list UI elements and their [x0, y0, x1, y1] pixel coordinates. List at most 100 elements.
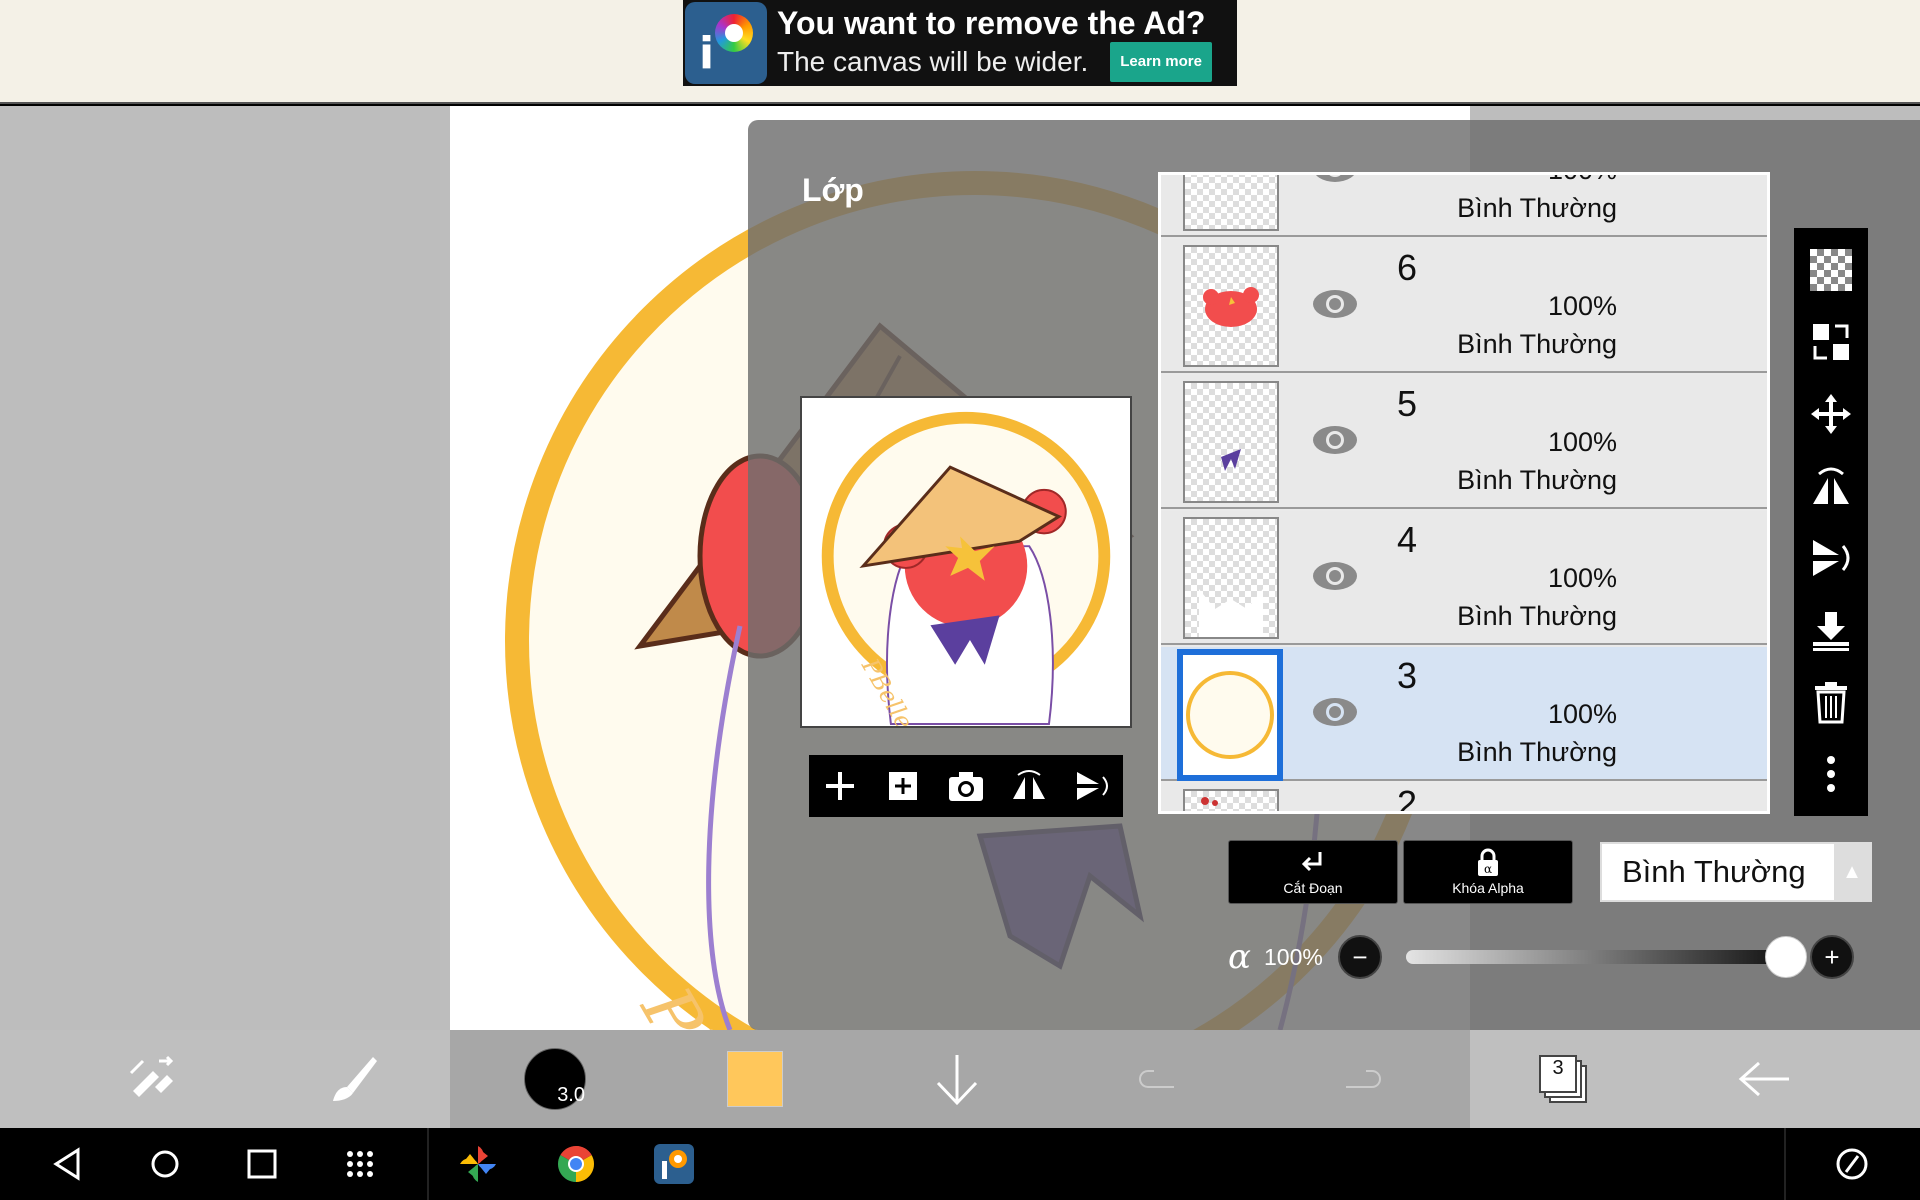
- eye-icon[interactable]: [1311, 559, 1359, 593]
- color-picker-button[interactable]: [718, 1042, 792, 1116]
- ad-subtitle: The canvas will be wider.: [777, 46, 1089, 77]
- eye-icon[interactable]: [1311, 423, 1359, 457]
- opacity-slider-knob[interactable]: [1765, 936, 1807, 978]
- checkerboard-icon: [1810, 249, 1852, 291]
- layer-number: 2: [1397, 783, 1418, 814]
- import-photo-button[interactable]: [942, 762, 990, 810]
- main-toolbar: 3.0 3: [0, 1030, 1920, 1128]
- circle-home-icon: [151, 1150, 179, 1178]
- layers-stack-icon: 3: [1539, 1055, 1587, 1103]
- flip-horizontal-icon: [1813, 467, 1849, 504]
- tool-select-button[interactable]: [114, 1042, 188, 1116]
- opacity-slider[interactable]: [1406, 936, 1807, 978]
- layer-row[interactable]: 5 100% Bình Thường: [1161, 375, 1767, 509]
- layer-row[interactable]: 2: [1161, 783, 1767, 814]
- alpha-lock-button[interactable]: α Khóa Alpha: [1403, 840, 1573, 904]
- nav-apps-button[interactable]: [336, 1140, 384, 1188]
- undo-icon: [1139, 1070, 1174, 1088]
- nav-recents-button[interactable]: [238, 1140, 286, 1188]
- layer-thumbnail: [1183, 517, 1279, 639]
- transparency-button[interactable]: [1805, 244, 1857, 296]
- flip-vertical-icon: [1813, 540, 1850, 576]
- layers-button[interactable]: 3: [1526, 1042, 1600, 1116]
- add-layer-box-icon: [889, 772, 918, 800]
- move-icon: [1811, 394, 1851, 434]
- opacity-control: α 100% − +: [1228, 932, 1888, 982]
- layer-number: 6: [1397, 247, 1418, 288]
- layer-thumbnail: [1183, 789, 1279, 811]
- ad-learn-more-button[interactable]: Learn more: [1110, 42, 1212, 82]
- ad-title: You want to remove the Ad?: [777, 5, 1206, 41]
- layer-row-selected[interactable]: 3 100% Bình Thường: [1161, 647, 1767, 781]
- canvas-preview: PBelle: [800, 396, 1132, 728]
- square-recents-icon: [247, 1149, 277, 1179]
- redo-icon: [1346, 1070, 1381, 1088]
- eye-icon[interactable]: [1311, 695, 1359, 729]
- ad-bar: i You want to remove the Ad? The canvas …: [0, 0, 1920, 104]
- layer-row[interactable]: 4 100% Bình Thường: [1161, 511, 1767, 645]
- brush-size-value: 3.0: [557, 1084, 585, 1106]
- dropdown-arrow-icon: ▲: [1834, 844, 1870, 900]
- layer-opacity: 100%: [1547, 291, 1617, 321]
- move-down-button[interactable]: [920, 1042, 994, 1116]
- layer-count: 3: [1552, 1057, 1564, 1079]
- undo-button[interactable]: [1122, 1042, 1196, 1116]
- swap-layer-button[interactable]: [1805, 316, 1857, 368]
- eye-icon[interactable]: [1311, 172, 1359, 185]
- more-vertical-icon: [1827, 756, 1835, 792]
- move-layer-button[interactable]: [1805, 388, 1857, 440]
- flip-horizontal-icon: [1012, 770, 1045, 799]
- plus-icon: [826, 772, 855, 800]
- flip-layer-vertical-button[interactable]: [1805, 532, 1857, 584]
- nav-back-button[interactable]: [44, 1140, 92, 1188]
- alpha-lock-label: Khóa Alpha: [1452, 880, 1524, 896]
- layer-opacity: 100%: [1547, 699, 1617, 729]
- brush-size-button[interactable]: 3.0: [518, 1042, 592, 1116]
- layer-thumbnail: [1183, 245, 1279, 367]
- flip-horizontal-button[interactable]: [1005, 762, 1053, 810]
- delete-layer-button[interactable]: [1805, 676, 1857, 728]
- layer-thumbnail: [1177, 649, 1283, 781]
- layer-opacity: 100%: [1548, 175, 1617, 186]
- stylus-icon[interactable]: [1828, 1140, 1876, 1188]
- layers-list[interactable]: 100% Bình Thường 6 100% Bình Thường 5: [1158, 172, 1770, 814]
- opacity-decrease-button[interactable]: −: [1338, 935, 1382, 979]
- blend-mode-value: Bình Thường: [1622, 854, 1806, 889]
- add-special-layer-button[interactable]: [879, 762, 927, 810]
- blend-mode-dropdown[interactable]: Bình Thường ▲: [1600, 842, 1872, 902]
- layer-row[interactable]: 6 100% Bình Thường: [1161, 239, 1767, 373]
- nav-home-button[interactable]: [141, 1140, 189, 1188]
- trash-icon: [1815, 682, 1847, 724]
- layer-thumbnail: [1183, 381, 1279, 503]
- layer-blend-mode: Bình Thường: [1457, 193, 1617, 223]
- more-options-button[interactable]: [1805, 748, 1857, 800]
- redo-button[interactable]: [1324, 1042, 1398, 1116]
- flip-vertical-button[interactable]: [1068, 762, 1116, 810]
- layer-row[interactable]: 100% Bình Thường: [1161, 172, 1767, 237]
- panel-title: Lớp: [802, 172, 864, 208]
- clipping-label: Cắt Đoạn: [1283, 880, 1343, 896]
- add-layer-button[interactable]: [816, 762, 864, 810]
- clipping-arrow-icon: [1301, 852, 1322, 872]
- layer-thumbnail: [1183, 175, 1279, 231]
- ibispaint-logo-icon: i: [685, 2, 767, 84]
- merge-down-button[interactable]: [1805, 604, 1857, 656]
- eye-icon[interactable]: [1311, 287, 1359, 321]
- brush-icon: [333, 1057, 377, 1101]
- photos-app-icon[interactable]: [454, 1140, 502, 1188]
- merge-down-icon: [1813, 612, 1849, 651]
- opacity-increase-button[interactable]: +: [1810, 935, 1854, 979]
- flip-layer-horizontal-button[interactable]: [1805, 460, 1857, 512]
- layer-side-toolbar: [1794, 228, 1868, 816]
- clipping-button[interactable]: Cắt Đoạn: [1228, 840, 1398, 904]
- ibispaint-app-icon[interactable]: [650, 1140, 698, 1188]
- current-color-swatch: [727, 1051, 783, 1107]
- layer-number: 4: [1397, 519, 1418, 560]
- brush-tool-button[interactable]: [316, 1042, 390, 1116]
- svg-text:α: α: [1484, 862, 1492, 876]
- layer-opacity: 100%: [1547, 563, 1617, 593]
- ad-banner[interactable]: i You want to remove the Ad? The canvas …: [683, 0, 1237, 86]
- chrome-app-icon[interactable]: [552, 1140, 600, 1188]
- swap-layers-icon: [1813, 324, 1849, 360]
- back-button[interactable]: [1728, 1042, 1802, 1116]
